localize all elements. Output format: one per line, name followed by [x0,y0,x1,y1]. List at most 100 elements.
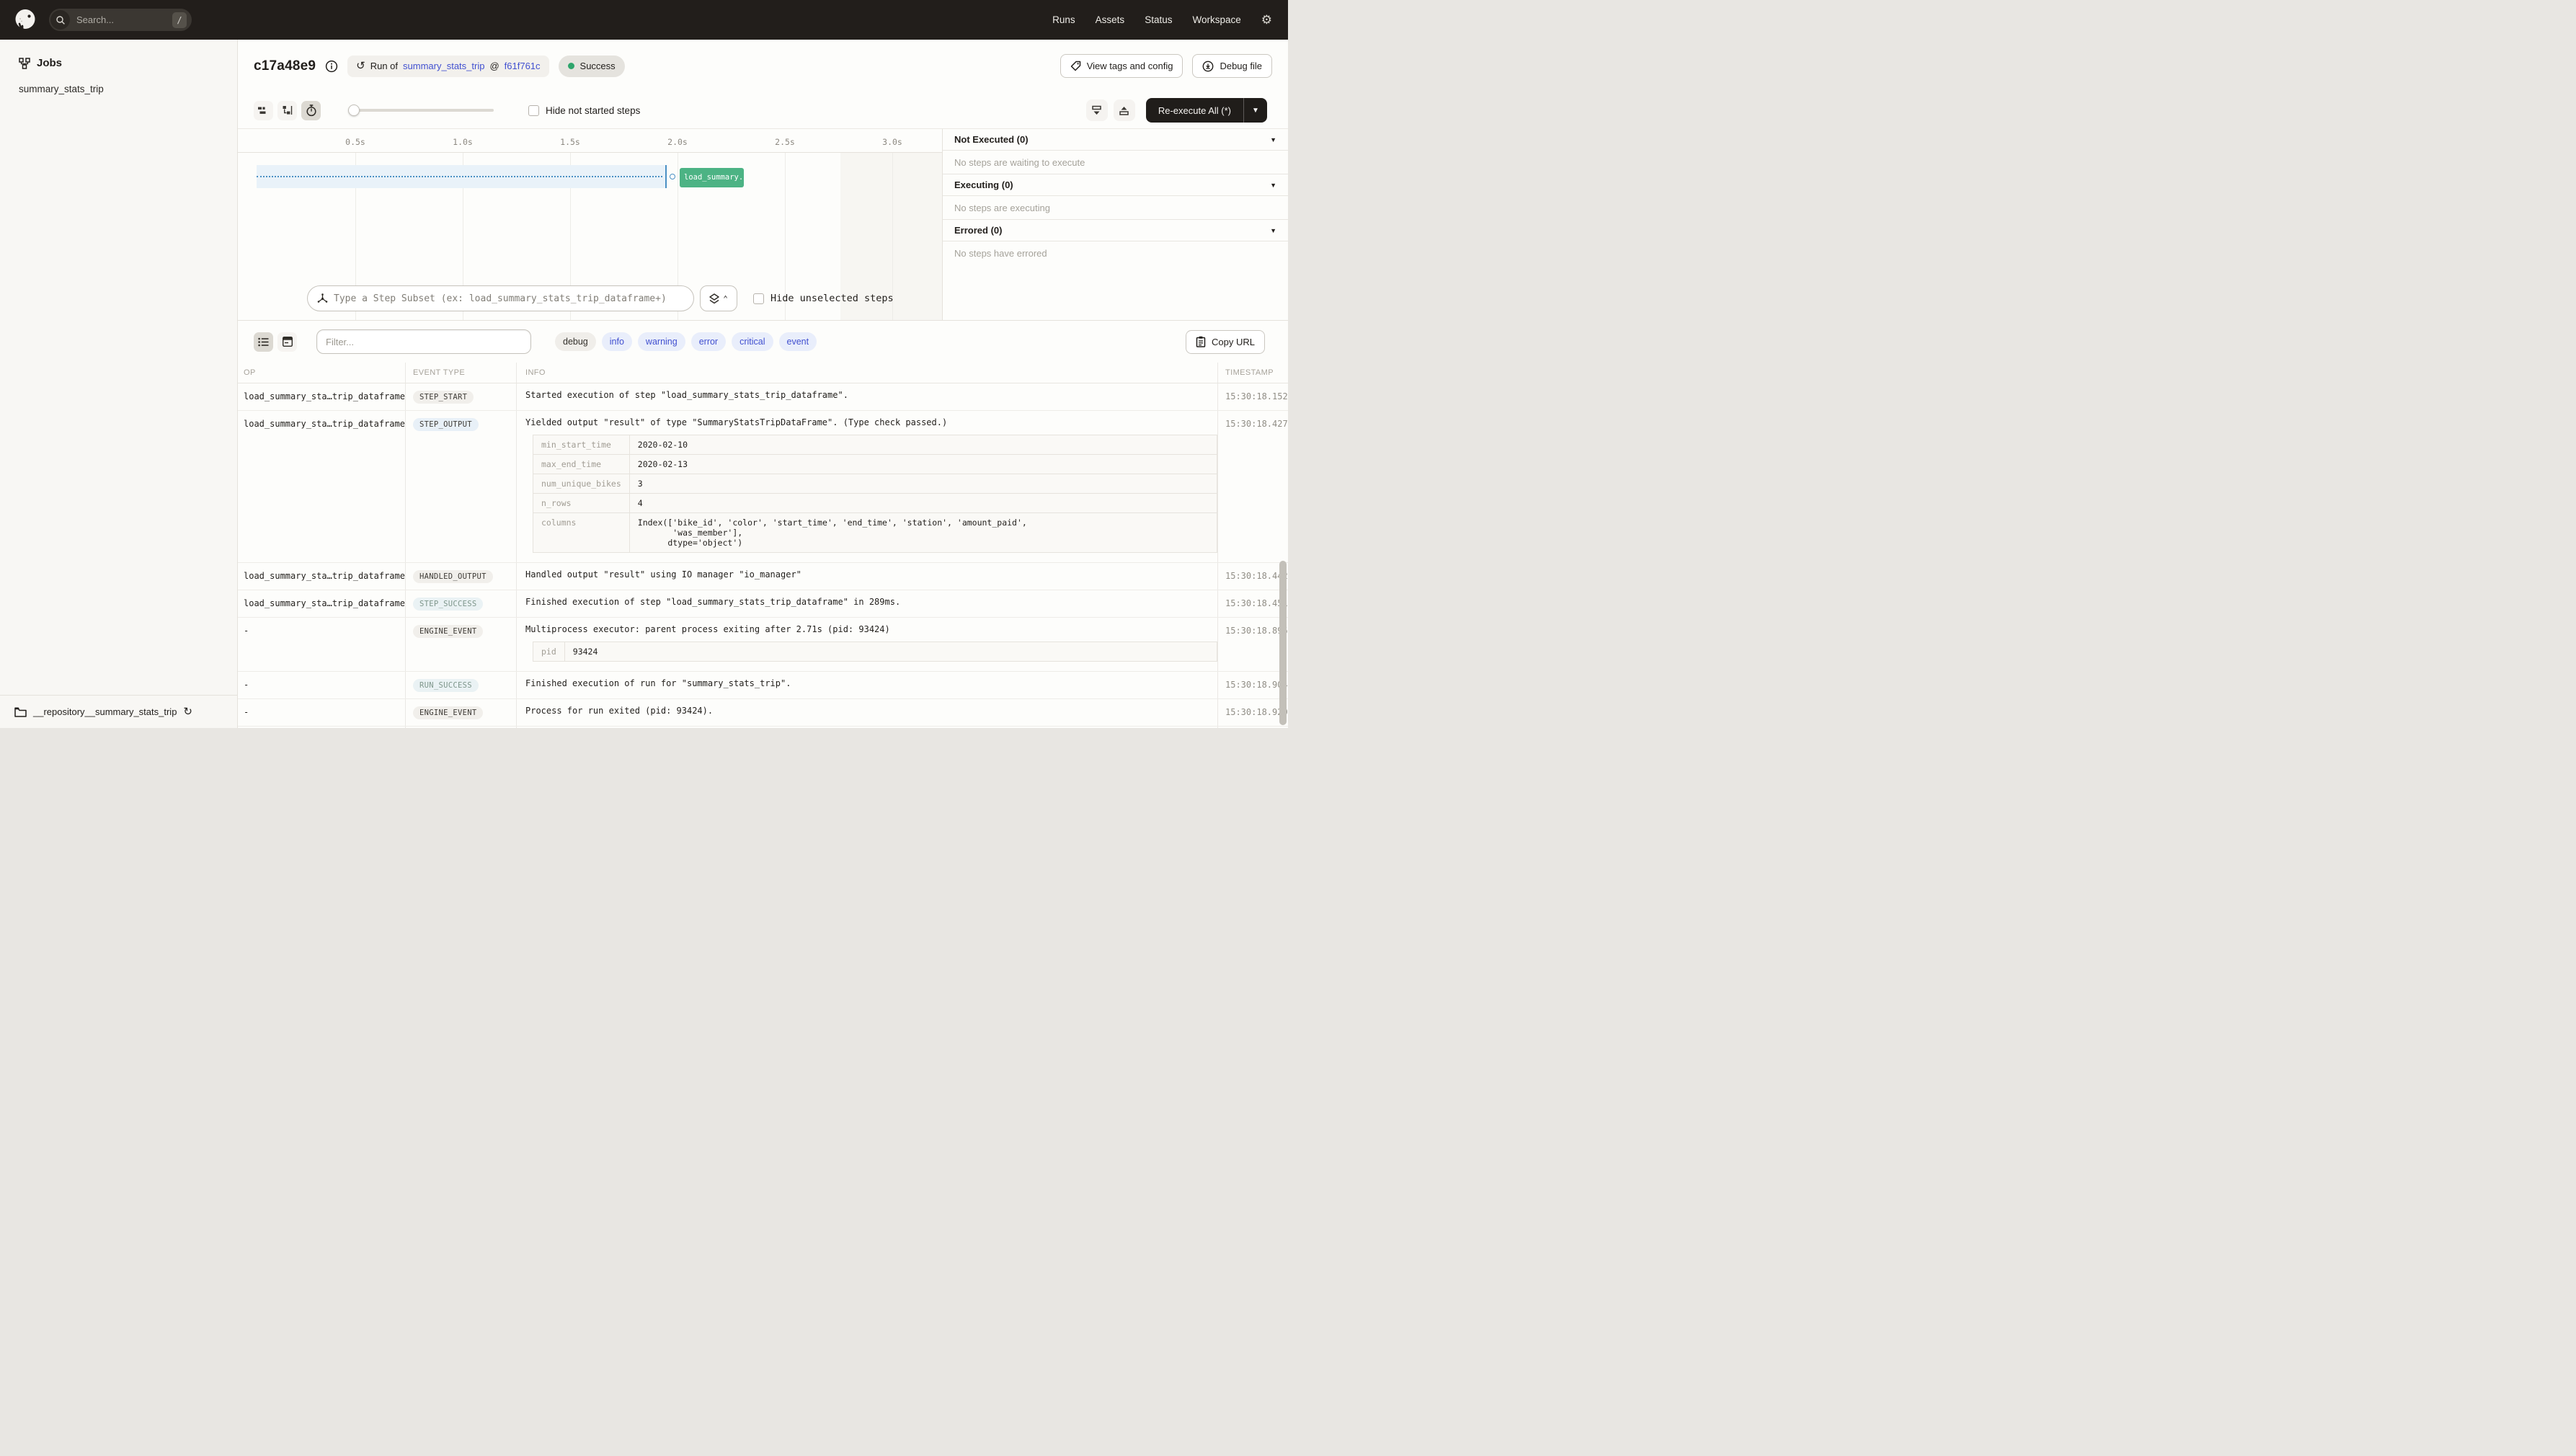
gear-icon[interactable]: ⚙ [1261,14,1272,26]
chevron-down-icon: ▼ [1270,181,1276,189]
info-icon[interactable] [325,60,338,73]
reexecute-all-button[interactable]: Re-execute All (*) [1145,98,1243,123]
metadata-row: min_start_time 2020-02-10 [533,435,1218,455]
log-filter-input-wrap [316,329,531,354]
metadata-value: 4 [629,493,1218,513]
timestamp-cell: 15:30:18.152 [1225,391,1288,401]
jobs-icon [19,57,30,69]
log-row[interactable]: - ENGINE_EVENT Process for run exited (p… [238,699,1288,727]
timestamp-cell: 15:30:18.451 [1225,598,1288,608]
metadata-row: max_end_time 2020-02-13 [533,454,1218,474]
nav-link-status[interactable]: Status [1145,14,1172,25]
download-icon [1203,61,1214,71]
reload-repository-icon[interactable]: ↻ [183,706,192,717]
job-link[interactable]: summary_stats_trip [403,61,484,71]
metadata-value: Index(['bike_id', 'color', 'start_time',… [629,512,1218,553]
metadata-row: num_unique_bikes 3 [533,474,1218,494]
panel-section-header[interactable]: Not Executed (0) ▼ [943,129,1288,151]
nav-link-workspace[interactable]: Workspace [1192,14,1240,25]
hide-unselected-label: Hide unselected steps [770,293,894,304]
op-cell: - [244,626,249,636]
repository-bar[interactable]: __repository__summary_stats_trip ↻ [0,695,237,728]
graph-query-toggle-button[interactable]: ⌃ [700,285,737,311]
event-type-badge: ENGINE_EVENT [413,625,484,638]
log-level-pills: debug info warning error critical event [555,332,817,351]
timed-view-button[interactable] [301,100,321,120]
debug-file-label: Debug file [1220,61,1262,71]
sidebar-item-job[interactable]: summary_stats_trip [0,69,237,94]
log-level-pill-event[interactable]: event [778,332,817,351]
gantt-step-bar[interactable]: load_summary. [680,168,744,187]
event-type-badge: RUN_SUCCESS [413,679,479,692]
hide-not-started-checkbox[interactable]: Hide not started steps [528,105,640,116]
log-level-pill-error[interactable]: error [690,332,727,351]
column-header-info: INFO [517,363,1218,383]
panel-section-empty-text: No steps are waiting to execute [943,151,1288,174]
log-row[interactable]: load_summary_sta…trip_dataframe HANDLED_… [238,563,1288,590]
metadata-key: max_end_time [533,454,630,474]
panel-section-header[interactable]: Errored (0) ▼ [943,220,1288,241]
global-search[interactable]: / [49,9,192,31]
log-row[interactable]: - RUN_SUCCESS Finished execution of run … [238,672,1288,699]
top-nav: / Runs Assets Status Workspace ⚙ [0,0,1288,40]
sidebar-title: Jobs [37,57,63,69]
reexecute-dropdown-button[interactable]: ▼ [1243,98,1267,123]
hide-unselected-checkbox[interactable]: Hide unselected steps [753,293,894,304]
event-type-badge: STEP_SUCCESS [413,598,484,611]
view-tags-config-button[interactable]: View tags and config [1060,54,1183,78]
panel-section-empty-text: No steps have errored [954,248,1047,259]
checkbox-icon [528,105,539,116]
view-tags-config-label: View tags and config [1086,61,1173,71]
info-text: Process for run exited (pid: 93424). [525,706,714,716]
nav-link-runs[interactable]: Runs [1052,14,1075,25]
log-level-pill-warning[interactable]: warning [637,332,685,351]
dagster-logo-icon[interactable] [13,8,37,32]
panel-section-header[interactable]: Executing (0) ▼ [943,174,1288,196]
debug-file-button[interactable]: Debug file [1192,54,1272,78]
copy-url-button[interactable]: Copy URL [1186,329,1265,354]
list-view-button[interactable] [254,332,273,352]
log-row[interactable]: load_summary_sta…trip_dataframe STEP_STA… [238,383,1288,411]
search-input[interactable] [76,14,172,25]
zoom-slider[interactable] [348,105,494,116]
timestamp-cell: 15:30:18.427 [1225,419,1288,429]
timestamp-cell: 15:30:18.904 [1225,680,1288,690]
stopwatch-icon [306,104,316,116]
nav-link-assets[interactable]: Assets [1096,14,1125,25]
step-subset-input[interactable] [334,293,684,304]
waterfall-view-button[interactable] [277,100,297,120]
zoom-slider-handle[interactable] [348,105,360,116]
event-type-badge: HANDLED_OUTPUT [413,570,493,583]
gantt-axis-tick: 2.0s [667,137,688,147]
log-level-pill-info[interactable]: info [601,332,632,351]
flat-view-icon [258,107,266,114]
metadata-row: n_rows 4 [533,493,1218,513]
log-level-pill-critical[interactable]: critical [732,332,773,351]
waterfall-view-icon [283,106,292,115]
flat-view-button[interactable] [254,100,273,120]
log-row[interactable]: load_summary_sta…trip_dataframe STEP_SUC… [238,590,1288,618]
scroll-to-top-icon [1119,106,1129,115]
metadata-table: pid 93424 [533,642,1218,662]
log-row[interactable]: - ENGINE_EVENT Multiprocess executor: pa… [238,618,1288,672]
info-cell: Multiprocess executor: parent process ex… [517,618,1218,671]
clipboard-icon [1196,336,1206,347]
log-row[interactable]: load_summary_sta…trip_dataframe STEP_OUT… [238,411,1288,563]
panel-section-title: Errored (0) [954,225,1003,236]
metadata-row: pid 93424 [533,642,1218,662]
event-type-badge: STEP_OUTPUT [413,418,479,431]
scroll-to-top-button[interactable] [1113,99,1135,121]
structured-view-button[interactable] [277,332,297,352]
commit-link[interactable]: f61f761c [505,61,541,71]
info-cell: Finished execution of step "load_summary… [517,590,1218,617]
caret-up-icon: ⌃ [723,293,728,303]
gantt-marker-dot [670,174,675,179]
hide-not-started-label: Hide not started steps [546,105,641,116]
log-filter-bar: debug info warning error critical event Copy … [238,321,1288,363]
op-cell: load_summary_sta…trip_dataframe [244,598,405,608]
vertical-scrollbar-thumb[interactable] [1279,561,1287,725]
scroll-to-bottom-button[interactable] [1085,99,1108,121]
log-level-pill-debug[interactable]: debug [555,332,596,351]
event-type-badge: ENGINE_EVENT [413,706,484,719]
log-filter-input[interactable] [326,336,522,347]
